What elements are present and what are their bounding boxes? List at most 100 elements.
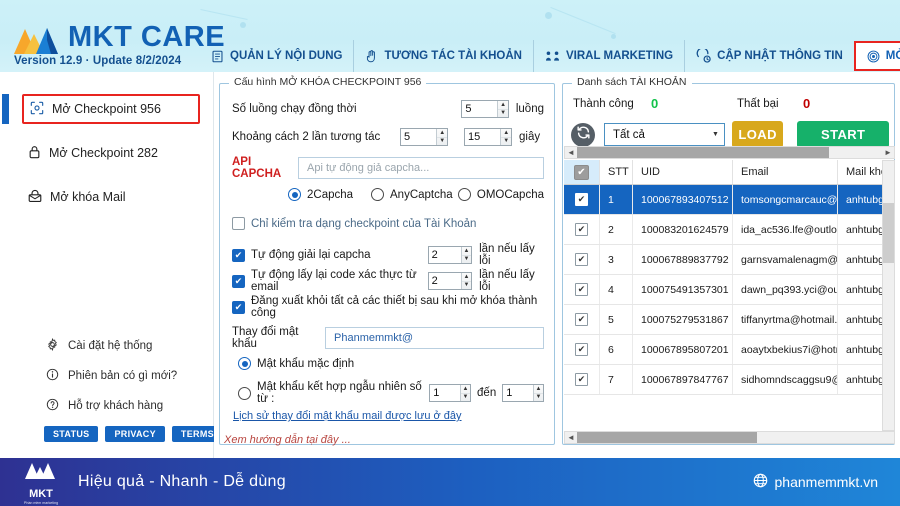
password-random-to-stepper[interactable]: ▲▼: [502, 384, 544, 402]
password-option-random[interactable]: Mật khẩu kết hợp ngẫu nhiên số từ :: [238, 381, 429, 405]
tab-cap-nhat-thong-tin[interactable]: CẬP NHẬT THÔNG TIN: [684, 40, 854, 72]
tab-tuong-tac-tai-khoan[interactable]: TƯƠNG TÁC TÀI KHOẢN: [353, 40, 533, 72]
checkbox-auto-solve-capcha-icon[interactable]: [232, 248, 245, 262]
email-code-retry-stepper[interactable]: ▲▼: [427, 272, 473, 290]
row-cell-mail-khoi-phuc: anhtubg0502...: [846, 193, 882, 206]
table-row[interactable]: ✔ 6100067895807201aoaytxbekius7i@hotmail.…: [564, 335, 882, 365]
table-row[interactable]: ✔ 4100075491357301dawn_pq393.yci@outloo..…: [564, 275, 882, 305]
check-auto-get-email-code[interactable]: Tự động lấy lại code xác thực từ email: [232, 269, 428, 293]
auto-solve-retry-arrows[interactable]: ▲ ▼: [460, 247, 472, 263]
password-random-from-input[interactable]: [430, 385, 460, 401]
table-hscrollbar[interactable]: ◄: [564, 431, 895, 444]
email-code-retry-input[interactable]: [428, 273, 461, 289]
table-row[interactable]: ✔ 5100075279531867tiffanyrtma@hotmail.com…: [564, 305, 882, 335]
row-select-cell[interactable]: ✔: [564, 275, 600, 304]
password-option-default[interactable]: Mật khẩu mặc định: [238, 357, 354, 370]
captcha-provider-omocapcha[interactable]: OMOCapcha: [457, 188, 544, 201]
interval-from-arrows[interactable]: ▲ ▼: [436, 129, 447, 145]
api-capcha-placeholder: Api tự động giả capcha...: [307, 162, 430, 174]
interval-to-arrows[interactable]: ▲ ▼: [500, 129, 511, 145]
radio-password-default-icon[interactable]: [238, 357, 251, 370]
refresh-button[interactable]: [571, 122, 595, 147]
threads-stepper[interactable]: ▲▼: [461, 100, 509, 118]
sidebar-link-ho-tro-khach-hang[interactable]: Hỗ trợ khách hàng: [46, 396, 214, 416]
checkbox-auto-get-email-code-icon[interactable]: [232, 274, 245, 288]
row-checkbox-icon[interactable]: ✔: [575, 193, 588, 206]
row-select-cell[interactable]: ✔: [564, 215, 600, 244]
threads-input[interactable]: [462, 101, 498, 117]
check-auto-solve-capcha[interactable]: Tự động giải lại capcha: [232, 248, 428, 262]
sidebar-item-mo-khoa-mail[interactable]: Mở khóa Mail: [22, 182, 200, 212]
tab-quan-ly-noi-dung[interactable]: QUẢN LÝ NỘI DUNG: [200, 40, 353, 72]
radio-2capcha-icon[interactable]: [288, 188, 301, 201]
radio-omocapcha-icon[interactable]: [457, 188, 471, 201]
vscroll-thumb[interactable]: [883, 203, 894, 263]
password-history-link[interactable]: Lịch sử thay đổi mật khẩu mail được lưu …: [233, 410, 462, 422]
table-hscroll-thumb[interactable]: [577, 432, 757, 443]
privacy-chip[interactable]: PRIVACY: [105, 426, 165, 442]
interval-from-stepper[interactable]: ▲▼: [400, 128, 448, 146]
tab-mo-khoa-tai-khoan[interactable]: MỞ KHÓA TÀI KHOẢN: [853, 41, 900, 71]
password-random-to-arrows[interactable]: ▲ ▼: [532, 385, 543, 401]
interval-to-input[interactable]: [465, 129, 501, 145]
table-row[interactable]: ✔ 7100067897847767sidhomndscaggsu9@hot...…: [564, 365, 882, 395]
hscroll-right-arrow[interactable]: ►: [882, 148, 894, 157]
start-button[interactable]: START: [797, 121, 889, 148]
check-only-checkpoint-type[interactable]: Chỉ kiểm tra dạng checkpoint của Tài Kho…: [232, 217, 476, 230]
column-header-uid[interactable]: UID: [633, 160, 733, 184]
checkbox-logout-all-devices-icon[interactable]: [232, 300, 245, 314]
row-checkbox-icon[interactable]: ✔: [575, 313, 588, 326]
sidebar-link-cai-dat-he-thong[interactable]: Cài đặt hệ thống: [46, 336, 214, 356]
sidebar-item-label: Mở Checkpoint 282: [49, 146, 158, 160]
row-checkbox-icon[interactable]: ✔: [575, 253, 588, 266]
email-code-retry-arrows[interactable]: ▲ ▼: [460, 273, 472, 289]
checkbox-only-checkpoint-type-icon[interactable]: [232, 217, 245, 230]
row-select-cell[interactable]: ✔: [564, 335, 600, 364]
sidebar-item-mo-checkpoint-956[interactable]: Mở Checkpoint 956: [2, 94, 200, 124]
tab-viral-marketing[interactable]: VIRAL MARKETING: [533, 40, 684, 72]
captcha-provider-anycaptcha[interactable]: AnyCaptcha: [371, 188, 458, 201]
table-vscrollbar[interactable]: [882, 160, 895, 431]
password-random-to-input[interactable]: [503, 385, 533, 401]
row-checkbox-icon[interactable]: ✔: [575, 373, 588, 386]
row-select-cell[interactable]: ✔: [564, 245, 600, 274]
threads-stepper-arrows[interactable]: ▲ ▼: [497, 101, 508, 117]
column-header-email[interactable]: Email: [733, 160, 838, 184]
interval-to-stepper[interactable]: ▲▼: [464, 128, 512, 146]
table-row[interactable]: ✔ 3100067889837792garnsvamalenagm@hot... a…: [564, 245, 882, 275]
radio-anycaptcha-icon[interactable]: [371, 188, 385, 201]
table-row[interactable]: ✔ 2100083201624579ida_ac536.lfe@outlook.c…: [564, 215, 882, 245]
load-button[interactable]: LOAD: [731, 121, 784, 148]
interval-from-input[interactable]: [401, 129, 437, 145]
select-all-header[interactable]: ✔: [564, 160, 600, 184]
table-row[interactable]: ✔ 1100067893407512tomsongcmarcauc@hot... a…: [564, 185, 882, 215]
captcha-provider-2capcha[interactable]: 2Capcha: [288, 188, 371, 201]
table-hscroll-left-arrow[interactable]: ◄: [565, 433, 577, 442]
row-select-cell[interactable]: ✔: [564, 185, 600, 214]
filter-dropdown[interactable]: Tất cả ▼: [604, 123, 725, 146]
hscroll-left-arrow[interactable]: ◄: [565, 148, 577, 157]
column-header-mail-khoi-phuc[interactable]: Mail khôi phục: [838, 160, 882, 184]
select-all-checkbox-icon[interactable]: ✔: [574, 164, 589, 180]
row-checkbox-icon[interactable]: ✔: [575, 343, 588, 356]
sidebar-link-phien-ban-co-gi-moi[interactable]: Phiên bản có gì mới?: [46, 366, 214, 386]
footer-website[interactable]: phanmemmkt.vn: [753, 473, 878, 491]
password-input[interactable]: Phanmemmkt@: [325, 327, 544, 349]
auto-solve-retry-stepper[interactable]: ▲▼: [427, 246, 473, 264]
row-select-cell[interactable]: ✔: [564, 365, 600, 394]
row-checkbox-icon[interactable]: ✔: [575, 283, 588, 296]
radio-password-random-icon[interactable]: [238, 386, 251, 400]
password-random-from-arrows[interactable]: ▲ ▼: [459, 385, 471, 401]
row-checkbox-icon[interactable]: ✔: [575, 223, 588, 236]
status-chip[interactable]: STATUS: [44, 426, 99, 442]
toolbar-hscrollbar[interactable]: ◄ ►: [564, 146, 895, 159]
hscroll-thumb[interactable]: [577, 147, 829, 158]
check-logout-all-devices[interactable]: Đăng xuất khỏi tất cả các thiết bị sau k…: [232, 295, 554, 319]
api-capcha-input[interactable]: Api tự động giả capcha...: [298, 157, 544, 179]
auto-solve-retry-input[interactable]: [428, 247, 461, 263]
guide-hint[interactable]: Xem hướng dẫn tại đây ...: [224, 430, 351, 448]
row-select-cell[interactable]: ✔: [564, 305, 600, 334]
password-random-from-stepper[interactable]: ▲▼: [429, 384, 472, 402]
sidebar-item-mo-checkpoint-282[interactable]: Mở Checkpoint 282: [22, 138, 200, 168]
column-header-stt[interactable]: STT: [600, 160, 633, 184]
